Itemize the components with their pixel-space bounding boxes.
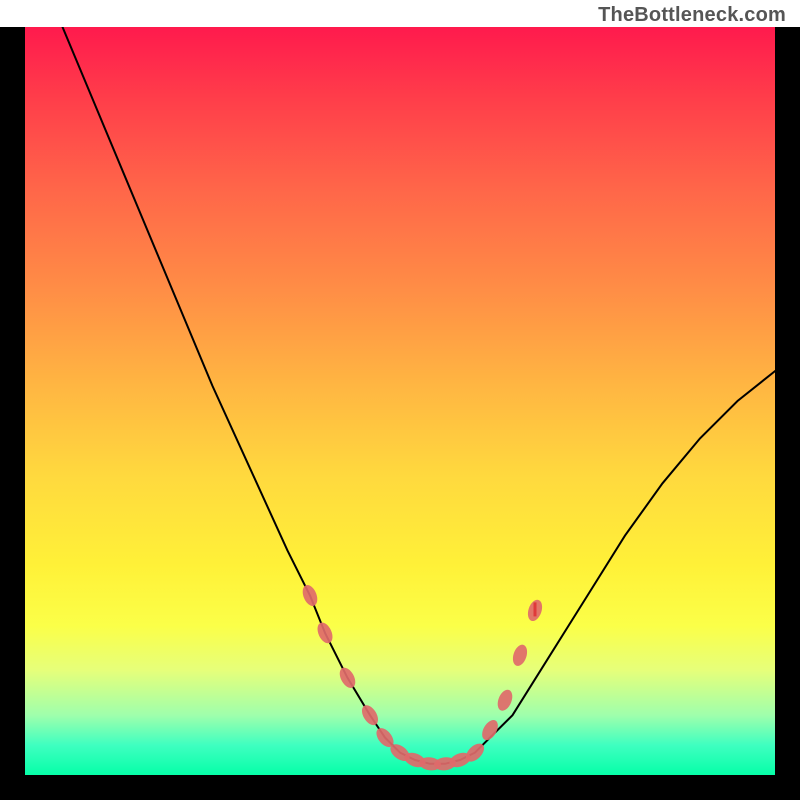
highlight-dot [495, 688, 515, 713]
highlight-dot [300, 583, 320, 608]
chart-container: TheBottleneck.com [0, 0, 800, 800]
bottleneck-curve [63, 27, 776, 764]
highlight-dot [315, 620, 336, 645]
plot-area [25, 27, 775, 775]
highlight-dot [337, 665, 359, 691]
chart-frame [0, 27, 800, 800]
curve-layer [25, 27, 775, 775]
highlight-dots [300, 583, 545, 772]
highlight-dot [359, 702, 382, 728]
highlight-dot [510, 643, 529, 668]
watermark-text: TheBottleneck.com [598, 4, 786, 27]
